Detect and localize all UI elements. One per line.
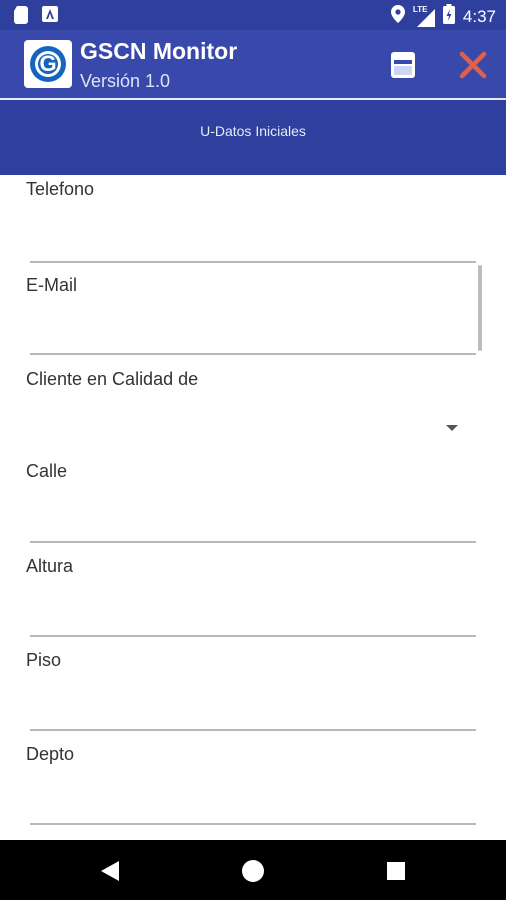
back-triangle-icon bbox=[101, 861, 119, 881]
app-notification-icon bbox=[42, 6, 58, 29]
sim-card-icon bbox=[14, 6, 28, 29]
signal-lte-icon: LTE bbox=[412, 4, 435, 27]
email-underline bbox=[30, 353, 476, 355]
field-label-telefono: Telefono bbox=[26, 179, 95, 199]
telefono-input[interactable] bbox=[30, 221, 476, 261]
field-label-calle: Calle bbox=[26, 461, 68, 481]
field-label-depto: Depto bbox=[26, 744, 75, 764]
app-logo: G bbox=[24, 40, 72, 88]
close-icon bbox=[459, 51, 487, 79]
location-icon bbox=[390, 5, 405, 28]
field-label-altura: Altura bbox=[26, 556, 74, 576]
field-label-email: E-Mail bbox=[26, 275, 78, 295]
piso-underline bbox=[30, 729, 476, 731]
navigation-bar bbox=[0, 840, 506, 900]
cliente-calidad-dropdown[interactable] bbox=[30, 397, 476, 441]
field-label-piso: Piso bbox=[26, 650, 62, 670]
section-title: U-Datos Iniciales bbox=[200, 123, 306, 139]
save-button[interactable] bbox=[386, 48, 420, 82]
logo-letter: G bbox=[39, 51, 57, 76]
scrollbar-thumb[interactable] bbox=[478, 265, 482, 351]
status-time: 4:37 bbox=[462, 6, 496, 26]
altura-input[interactable] bbox=[30, 595, 476, 635]
nav-back-button[interactable] bbox=[96, 858, 124, 884]
email-input[interactable] bbox=[30, 313, 476, 353]
app-title: GSCN Monitor bbox=[80, 38, 238, 64]
depto-underline bbox=[30, 823, 476, 825]
section-header: U-Datos Iniciales bbox=[0, 100, 506, 175]
network-type-label: LTE bbox=[412, 4, 428, 14]
depto-input[interactable] bbox=[30, 783, 476, 823]
app-version: Versión 1.0 bbox=[80, 71, 171, 91]
calle-underline bbox=[30, 541, 476, 543]
altura-underline bbox=[30, 635, 476, 637]
status-bar: LTE 4:37 bbox=[0, 0, 506, 30]
nav-recents-button[interactable] bbox=[387, 862, 405, 880]
battery-icon bbox=[442, 4, 455, 29]
form-panel[interactable]: Telefono E-Mail Cliente en Calidad de Ca… bbox=[12, 175, 494, 840]
piso-input[interactable] bbox=[30, 689, 476, 729]
nav-home-button[interactable] bbox=[242, 860, 264, 882]
telefono-underline bbox=[30, 261, 476, 263]
close-button[interactable] bbox=[454, 46, 492, 84]
field-label-cliente-calidad: Cliente en Calidad de bbox=[26, 369, 199, 389]
app-bar: G GSCN Monitor Versión 1.0 bbox=[0, 30, 506, 98]
save-icon bbox=[391, 52, 415, 78]
calle-input[interactable] bbox=[30, 501, 476, 541]
dropdown-arrow-icon bbox=[446, 425, 458, 431]
